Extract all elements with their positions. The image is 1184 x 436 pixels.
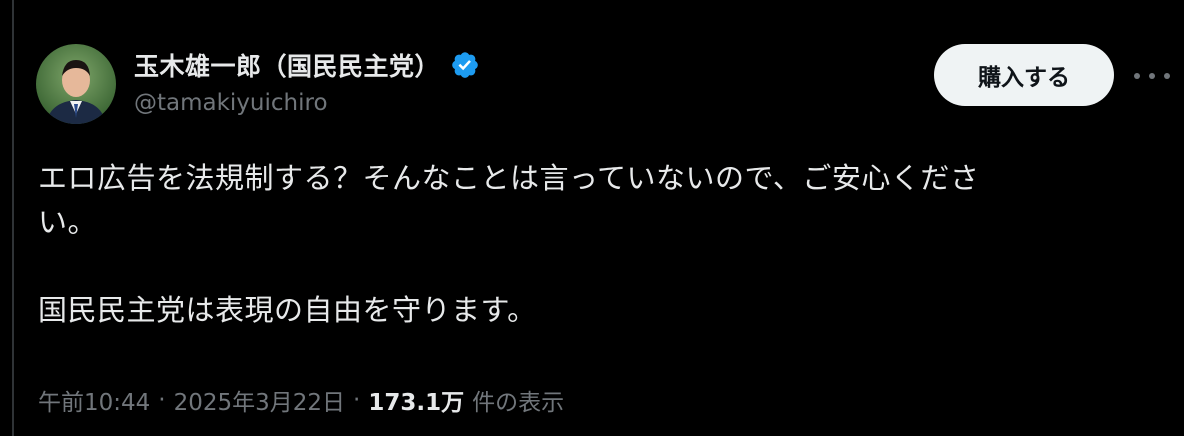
- tweet-time[interactable]: 午前10:44: [38, 383, 150, 417]
- dot-icon: [1149, 73, 1155, 79]
- tweet-date[interactable]: 2025年3月22日: [174, 383, 345, 417]
- tweet-text-line: 国民民主党は表現の自由を守ります。: [38, 293, 537, 327]
- verified-badge-icon[interactable]: [450, 50, 480, 80]
- avatar[interactable]: [36, 44, 116, 124]
- tweet-text-line: エロ広告を法規制する？そんなことは言っていないので、ご安心くださ: [38, 161, 980, 195]
- dot-icon: [1164, 73, 1170, 79]
- more-options-icon[interactable]: [1134, 66, 1170, 86]
- tweet-meta: 午前10:44 · 2025年3月22日 · 173.1万 件の表示: [38, 383, 564, 417]
- author-name-row: 玉木雄一郎（国民民主党）: [134, 47, 480, 83]
- avatar-image: [36, 44, 116, 124]
- tweet-text: エロ広告を法規制する？そんなことは言っていないので、ご安心くださ い。 国民民主…: [38, 156, 1148, 332]
- meta-separator: ·: [158, 387, 166, 413]
- views-label[interactable]: 件の表示: [472, 383, 564, 417]
- buy-button[interactable]: 購入する: [934, 44, 1114, 106]
- tweet-text-line: い。: [38, 205, 98, 239]
- meta-separator: ·: [353, 387, 361, 413]
- dot-icon: [1134, 73, 1140, 79]
- thread-divider: [12, 0, 14, 436]
- views-count[interactable]: 173.1万: [368, 383, 464, 417]
- author-display-name[interactable]: 玉木雄一郎（国民民主党）: [134, 47, 440, 83]
- author-handle[interactable]: @tamakiyuichiro: [134, 90, 328, 116]
